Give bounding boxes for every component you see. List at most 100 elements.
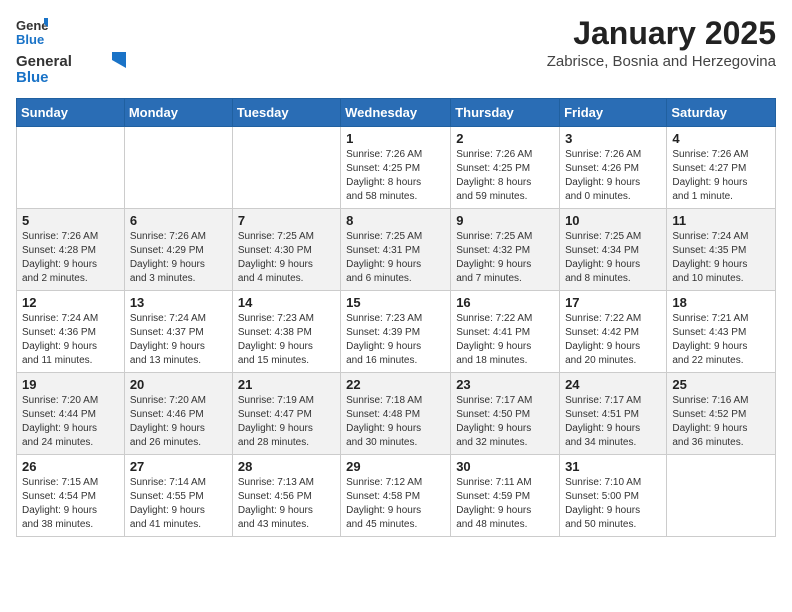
- calendar-day-cell: 8 Sunrise: 7:25 AM Sunset: 4:31 PM Daylig…: [341, 209, 451, 291]
- calendar-week-row: 26 Sunrise: 7:15 AM Sunset: 4:54 PM Dayli…: [17, 455, 776, 537]
- day-info: Sunrise: 7:13 AM Sunset: 4:56 PM Dayligh…: [238, 476, 335, 532]
- calendar-day-cell: 14 Sunrise: 7:23 AM Sunset: 4:38 PM Dayli…: [232, 291, 340, 373]
- svg-text:Blue: Blue: [16, 69, 49, 86]
- calendar-day-cell: 13 Sunrise: 7:24 AM Sunset: 4:37 PM Dayli…: [124, 291, 232, 373]
- day-info: Sunrise: 7:22 AM Sunset: 4:41 PM Dayligh…: [456, 312, 554, 368]
- month-title: January 2025: [547, 16, 776, 51]
- calendar-day-cell: 2 Sunrise: 7:26 AM Sunset: 4:25 PM Daylig…: [451, 127, 560, 209]
- calendar-day-cell: 15 Sunrise: 7:23 AM Sunset: 4:39 PM Dayli…: [341, 291, 451, 373]
- calendar-day-cell: 20 Sunrise: 7:20 AM Sunset: 4:46 PM Dayli…: [124, 373, 232, 455]
- day-number: 19: [22, 377, 119, 392]
- calendar-day-cell: 17 Sunrise: 7:22 AM Sunset: 4:42 PM Dayli…: [560, 291, 667, 373]
- day-number: 8: [346, 213, 445, 228]
- calendar-week-row: 5Sunrise: 7:26 AM Sunset: 4:28 PM Daylig…: [17, 209, 776, 291]
- weekday-header: Friday: [560, 99, 667, 127]
- calendar-day-cell: 18 Sunrise: 7:21 AM Sunset: 4:43 PM Dayli…: [667, 291, 776, 373]
- weekday-header: Thursday: [451, 99, 560, 127]
- day-number: 22: [346, 377, 445, 392]
- day-info: Sunrise: 7:24 AM Sunset: 4:37 PM Dayligh…: [130, 312, 227, 368]
- day-number: 17: [565, 295, 661, 310]
- day-info: Sunrise: 7:23 AM Sunset: 4:39 PM Dayligh…: [346, 312, 445, 368]
- day-number: 6: [130, 213, 227, 228]
- calendar-day-cell: 28 Sunrise: 7:13 AM Sunset: 4:56 PM Dayli…: [232, 455, 340, 537]
- day-number: 30: [456, 459, 554, 474]
- day-info: Sunrise: 7:19 AM Sunset: 4:47 PM Dayligh…: [238, 394, 335, 450]
- calendar-day-cell: 7Sunrise: 7:25 AM Sunset: 4:30 PM Daylig…: [232, 209, 340, 291]
- day-info: Sunrise: 7:11 AM Sunset: 4:59 PM Dayligh…: [456, 476, 554, 532]
- calendar-week-row: 1Sunrise: 7:26 AM Sunset: 4:25 PM Daylig…: [17, 127, 776, 209]
- day-number: 20: [130, 377, 227, 392]
- weekday-header: Monday: [124, 99, 232, 127]
- day-number: 31: [565, 459, 661, 474]
- calendar-week-row: 12Sunrise: 7:24 AM Sunset: 4:36 PM Dayli…: [17, 291, 776, 373]
- calendar-day-cell: 5Sunrise: 7:26 AM Sunset: 4:28 PM Daylig…: [17, 209, 125, 291]
- calendar-day-cell: 29Sunrise: 7:12 AM Sunset: 4:58 PM Dayli…: [341, 455, 451, 537]
- calendar-header-row: SundayMondayTuesdayWednesdayThursdayFrid…: [17, 99, 776, 127]
- location-title: Zabrisce, Bosnia and Herzegovina: [547, 53, 776, 70]
- calendar-day-cell: 9Sunrise: 7:25 AM Sunset: 4:32 PM Daylig…: [451, 209, 560, 291]
- weekday-header: Tuesday: [232, 99, 340, 127]
- day-info: Sunrise: 7:26 AM Sunset: 4:25 PM Dayligh…: [456, 148, 554, 204]
- calendar-table: SundayMondayTuesdayWednesdayThursdayFrid…: [16, 98, 776, 537]
- day-info: Sunrise: 7:26 AM Sunset: 4:27 PM Dayligh…: [672, 148, 770, 204]
- weekday-header: Sunday: [17, 99, 125, 127]
- day-number: 16: [456, 295, 554, 310]
- day-info: Sunrise: 7:17 AM Sunset: 4:50 PM Dayligh…: [456, 394, 554, 450]
- calendar-day-cell: 16 Sunrise: 7:22 AM Sunset: 4:41 PM Dayli…: [451, 291, 560, 373]
- calendar-day-cell: 12Sunrise: 7:24 AM Sunset: 4:36 PM Dayli…: [17, 291, 125, 373]
- calendar-day-cell: 19 Sunrise: 7:20 AM Sunset: 4:44 PM Dayli…: [17, 373, 125, 455]
- logo-icon: General Blue: [16, 16, 48, 48]
- day-number: 23: [456, 377, 554, 392]
- day-number: 24: [565, 377, 661, 392]
- day-number: 25: [672, 377, 770, 392]
- day-number: 26: [22, 459, 119, 474]
- day-number: 15: [346, 295, 445, 310]
- calendar-day-cell: 11 Sunrise: 7:24 AM Sunset: 4:35 PM Dayli…: [667, 209, 776, 291]
- calendar-day-cell: 27Sunrise: 7:14 AM Sunset: 4:55 PM Dayli…: [124, 455, 232, 537]
- day-info: Sunrise: 7:26 AM Sunset: 4:29 PM Dayligh…: [130, 230, 227, 286]
- weekday-header: Wednesday: [341, 99, 451, 127]
- day-info: Sunrise: 7:22 AM Sunset: 4:42 PM Dayligh…: [565, 312, 661, 368]
- calendar-day-cell: 23 Sunrise: 7:17 AM Sunset: 4:50 PM Dayli…: [451, 373, 560, 455]
- day-info: Sunrise: 7:16 AM Sunset: 4:52 PM Dayligh…: [672, 394, 770, 450]
- calendar-day-cell: [124, 127, 232, 209]
- calendar-day-cell: 24 Sunrise: 7:17 AM Sunset: 4:51 PM Dayli…: [560, 373, 667, 455]
- day-number: 11: [672, 213, 770, 228]
- day-info: Sunrise: 7:25 AM Sunset: 4:34 PM Dayligh…: [565, 230, 661, 286]
- day-info: Sunrise: 7:18 AM Sunset: 4:48 PM Dayligh…: [346, 394, 445, 450]
- day-info: Sunrise: 7:25 AM Sunset: 4:31 PM Dayligh…: [346, 230, 445, 286]
- day-info: Sunrise: 7:20 AM Sunset: 4:44 PM Dayligh…: [22, 394, 119, 450]
- calendar-day-cell: 3Sunrise: 7:26 AM Sunset: 4:26 PM Daylig…: [560, 127, 667, 209]
- logo-svg: General Blue: [16, 50, 126, 86]
- day-info: Sunrise: 7:21 AM Sunset: 4:43 PM Dayligh…: [672, 312, 770, 368]
- day-number: 28: [238, 459, 335, 474]
- calendar-day-cell: 1Sunrise: 7:26 AM Sunset: 4:25 PM Daylig…: [341, 127, 451, 209]
- calendar-week-row: 19 Sunrise: 7:20 AM Sunset: 4:44 PM Dayli…: [17, 373, 776, 455]
- calendar-day-cell: 10 Sunrise: 7:25 AM Sunset: 4:34 PM Dayli…: [560, 209, 667, 291]
- calendar-day-cell: 26 Sunrise: 7:15 AM Sunset: 4:54 PM Dayli…: [17, 455, 125, 537]
- day-number: 13: [130, 295, 227, 310]
- day-number: 10: [565, 213, 661, 228]
- day-number: 2: [456, 131, 554, 146]
- day-info: Sunrise: 7:10 AM Sunset: 5:00 PM Dayligh…: [565, 476, 661, 532]
- calendar-day-cell: 30 Sunrise: 7:11 AM Sunset: 4:59 PM Dayli…: [451, 455, 560, 537]
- calendar-day-cell: [232, 127, 340, 209]
- page-header: General Blue General Blue January 2025 Z…: [16, 16, 776, 86]
- day-number: 21: [238, 377, 335, 392]
- day-info: Sunrise: 7:23 AM Sunset: 4:38 PM Dayligh…: [238, 312, 335, 368]
- day-info: Sunrise: 7:20 AM Sunset: 4:46 PM Dayligh…: [130, 394, 227, 450]
- day-info: Sunrise: 7:26 AM Sunset: 4:28 PM Dayligh…: [22, 230, 119, 286]
- day-number: 14: [238, 295, 335, 310]
- calendar-day-cell: [17, 127, 125, 209]
- day-info: Sunrise: 7:25 AM Sunset: 4:30 PM Dayligh…: [238, 230, 335, 286]
- day-number: 18: [672, 295, 770, 310]
- day-info: Sunrise: 7:24 AM Sunset: 4:35 PM Dayligh…: [672, 230, 770, 286]
- svg-text:General: General: [16, 53, 72, 70]
- day-number: 9: [456, 213, 554, 228]
- calendar-day-cell: 21 Sunrise: 7:19 AM Sunset: 4:47 PM Dayli…: [232, 373, 340, 455]
- calendar-day-cell: 31 Sunrise: 7:10 AM Sunset: 5:00 PM Dayli…: [560, 455, 667, 537]
- day-info: Sunrise: 7:24 AM Sunset: 4:36 PM Dayligh…: [22, 312, 119, 368]
- day-info: Sunrise: 7:15 AM Sunset: 4:54 PM Dayligh…: [22, 476, 119, 532]
- day-info: Sunrise: 7:17 AM Sunset: 4:51 PM Dayligh…: [565, 394, 661, 450]
- title-block: January 2025 Zabrisce, Bosnia and Herzeg…: [547, 16, 776, 70]
